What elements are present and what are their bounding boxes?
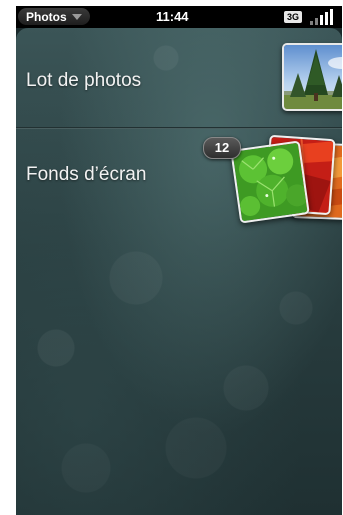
album-row-lot-de-photos[interactable]: Lot de photos [16,28,342,128]
album-thumbnail [282,43,342,111]
album-title: Lot de photos [26,70,142,91]
album-list: Lot de photos Fonds d’écran 12 [16,28,342,515]
device-frame: Photos 11:44 3G Lot de photos Fonds d’éc… [16,6,342,515]
signal-bars-icon [308,9,334,25]
clock: 11:44 [156,9,189,24]
status-bar: Photos 11:44 3G [16,6,342,28]
triangle-down-icon [71,13,82,20]
photo-card-front [230,140,310,224]
app-menu-button[interactable]: Photos [18,8,90,25]
photo-count-badge: 12 [203,137,241,159]
album-row-fonds-d-ecran[interactable]: Fonds d’écran 12 [16,129,342,229]
app-menu-label: Photos [26,9,67,24]
album-title: Fonds d’écran [26,164,147,185]
tree-landscape-photo [284,45,342,109]
network-badge: 3G [284,11,303,23]
